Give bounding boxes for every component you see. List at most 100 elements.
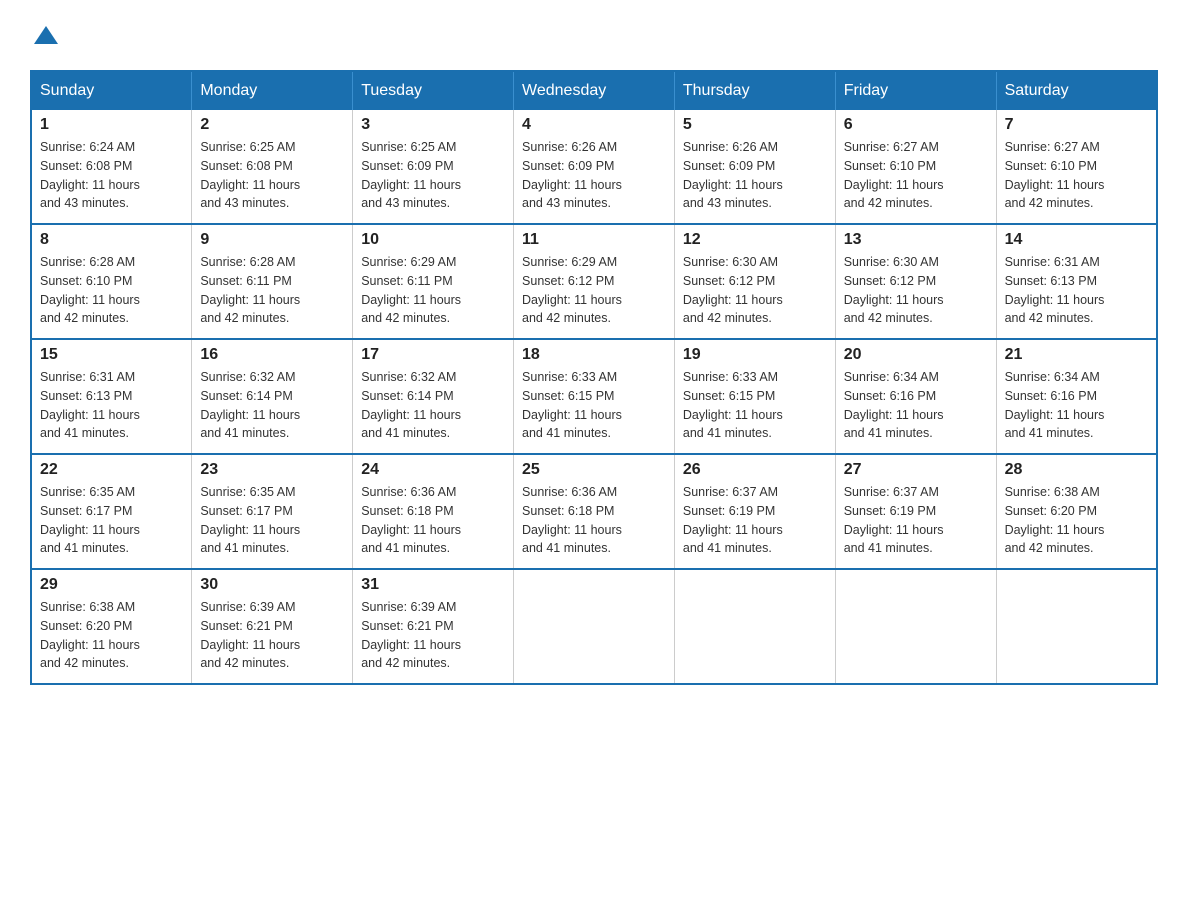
calendar-cell: 24 Sunrise: 6:36 AMSunset: 6:18 PMDayligh… <box>353 454 514 569</box>
col-header-wednesday: Wednesday <box>514 71 675 110</box>
day-number: 9 <box>200 231 344 249</box>
calendar-cell: 18 Sunrise: 6:33 AMSunset: 6:15 PMDayligh… <box>514 339 675 454</box>
day-info: Sunrise: 6:36 AMSunset: 6:18 PMDaylight:… <box>361 483 505 558</box>
calendar-cell: 6 Sunrise: 6:27 AMSunset: 6:10 PMDaylight… <box>835 110 996 224</box>
day-info: Sunrise: 6:39 AMSunset: 6:21 PMDaylight:… <box>200 598 344 673</box>
day-info: Sunrise: 6:32 AMSunset: 6:14 PMDaylight:… <box>361 368 505 443</box>
day-number: 7 <box>1005 116 1148 134</box>
day-info: Sunrise: 6:25 AMSunset: 6:08 PMDaylight:… <box>200 138 344 213</box>
day-info: Sunrise: 6:26 AMSunset: 6:09 PMDaylight:… <box>522 138 666 213</box>
calendar-week-row: 29 Sunrise: 6:38 AMSunset: 6:20 PMDayligh… <box>31 569 1157 684</box>
calendar-cell: 19 Sunrise: 6:33 AMSunset: 6:15 PMDayligh… <box>674 339 835 454</box>
day-number: 10 <box>361 231 505 249</box>
day-info: Sunrise: 6:31 AMSunset: 6:13 PMDaylight:… <box>1005 253 1148 328</box>
calendar-week-row: 1Sunrise: 6:24 AMSunset: 6:08 PMDaylight… <box>31 110 1157 224</box>
day-info: Sunrise: 6:28 AMSunset: 6:10 PMDaylight:… <box>40 253 183 328</box>
calendar-header-row: SundayMondayTuesdayWednesdayThursdayFrid… <box>31 71 1157 110</box>
calendar-week-row: 8 Sunrise: 6:28 AMSunset: 6:10 PMDaylight… <box>31 224 1157 339</box>
day-info: Sunrise: 6:28 AMSunset: 6:11 PMDaylight:… <box>200 253 344 328</box>
day-number: 8 <box>40 231 183 249</box>
calendar-cell: 4 Sunrise: 6:26 AMSunset: 6:09 PMDaylight… <box>514 110 675 224</box>
col-header-sunday: Sunday <box>31 71 192 110</box>
day-info: Sunrise: 6:34 AMSunset: 6:16 PMDaylight:… <box>844 368 988 443</box>
day-info: Sunrise: 6:37 AMSunset: 6:19 PMDaylight:… <box>683 483 827 558</box>
logo <box>30 20 60 50</box>
calendar-cell: 22Sunrise: 6:35 AMSunset: 6:17 PMDayligh… <box>31 454 192 569</box>
day-number: 4 <box>522 116 666 134</box>
day-number: 28 <box>1005 461 1148 479</box>
col-header-saturday: Saturday <box>996 71 1157 110</box>
day-number: 23 <box>200 461 344 479</box>
day-number: 14 <box>1005 231 1148 249</box>
calendar-cell: 17 Sunrise: 6:32 AMSunset: 6:14 PMDayligh… <box>353 339 514 454</box>
day-info: Sunrise: 6:31 AMSunset: 6:13 PMDaylight:… <box>40 368 183 443</box>
calendar-cell <box>514 569 675 684</box>
calendar-cell: 9 Sunrise: 6:28 AMSunset: 6:11 PMDaylight… <box>192 224 353 339</box>
calendar-cell: 10 Sunrise: 6:29 AMSunset: 6:11 PMDayligh… <box>353 224 514 339</box>
day-info: Sunrise: 6:33 AMSunset: 6:15 PMDaylight:… <box>522 368 666 443</box>
day-info: Sunrise: 6:37 AMSunset: 6:19 PMDaylight:… <box>844 483 988 558</box>
day-number: 2 <box>200 116 344 134</box>
day-info: Sunrise: 6:34 AMSunset: 6:16 PMDaylight:… <box>1005 368 1148 443</box>
day-number: 20 <box>844 346 988 364</box>
day-number: 29 <box>40 576 183 594</box>
day-info: Sunrise: 6:29 AMSunset: 6:11 PMDaylight:… <box>361 253 505 328</box>
day-info: Sunrise: 6:26 AMSunset: 6:09 PMDaylight:… <box>683 138 827 213</box>
calendar-cell: 29 Sunrise: 6:38 AMSunset: 6:20 PMDayligh… <box>31 569 192 684</box>
day-number: 18 <box>522 346 666 364</box>
day-info: Sunrise: 6:36 AMSunset: 6:18 PMDaylight:… <box>522 483 666 558</box>
calendar-cell: 16 Sunrise: 6:32 AMSunset: 6:14 PMDayligh… <box>192 339 353 454</box>
calendar-cell: 1Sunrise: 6:24 AMSunset: 6:08 PMDaylight… <box>31 110 192 224</box>
calendar-cell: 27 Sunrise: 6:37 AMSunset: 6:19 PMDayligh… <box>835 454 996 569</box>
day-number: 12 <box>683 231 827 249</box>
day-number: 5 <box>683 116 827 134</box>
day-number: 24 <box>361 461 505 479</box>
calendar-cell: 8 Sunrise: 6:28 AMSunset: 6:10 PMDaylight… <box>31 224 192 339</box>
calendar-cell: 11Sunrise: 6:29 AMSunset: 6:12 PMDayligh… <box>514 224 675 339</box>
col-header-monday: Monday <box>192 71 353 110</box>
calendar-week-row: 15 Sunrise: 6:31 AMSunset: 6:13 PMDayligh… <box>31 339 1157 454</box>
calendar-cell: 23Sunrise: 6:35 AMSunset: 6:17 PMDayligh… <box>192 454 353 569</box>
day-info: Sunrise: 6:38 AMSunset: 6:20 PMDaylight:… <box>1005 483 1148 558</box>
calendar-cell: 7 Sunrise: 6:27 AMSunset: 6:10 PMDaylight… <box>996 110 1157 224</box>
day-number: 31 <box>361 576 505 594</box>
day-info: Sunrise: 6:38 AMSunset: 6:20 PMDaylight:… <box>40 598 183 673</box>
day-number: 19 <box>683 346 827 364</box>
calendar-cell: 15 Sunrise: 6:31 AMSunset: 6:13 PMDayligh… <box>31 339 192 454</box>
day-info: Sunrise: 6:32 AMSunset: 6:14 PMDaylight:… <box>200 368 344 443</box>
calendar-cell: 26Sunrise: 6:37 AMSunset: 6:19 PMDayligh… <box>674 454 835 569</box>
col-header-tuesday: Tuesday <box>353 71 514 110</box>
calendar-cell: 28 Sunrise: 6:38 AMSunset: 6:20 PMDayligh… <box>996 454 1157 569</box>
calendar-cell: 31 Sunrise: 6:39 AMSunset: 6:21 PMDayligh… <box>353 569 514 684</box>
calendar-cell: 14 Sunrise: 6:31 AMSunset: 6:13 PMDayligh… <box>996 224 1157 339</box>
col-header-thursday: Thursday <box>674 71 835 110</box>
calendar-cell: 2 Sunrise: 6:25 AMSunset: 6:08 PMDaylight… <box>192 110 353 224</box>
calendar-cell: 13Sunrise: 6:30 AMSunset: 6:12 PMDayligh… <box>835 224 996 339</box>
day-number: 15 <box>40 346 183 364</box>
calendar-cell: 3Sunrise: 6:25 AMSunset: 6:09 PMDaylight… <box>353 110 514 224</box>
calendar-week-row: 22Sunrise: 6:35 AMSunset: 6:17 PMDayligh… <box>31 454 1157 569</box>
page-header <box>30 20 1158 50</box>
day-number: 16 <box>200 346 344 364</box>
day-info: Sunrise: 6:30 AMSunset: 6:12 PMDaylight:… <box>683 253 827 328</box>
calendar-cell: 21 Sunrise: 6:34 AMSunset: 6:16 PMDayligh… <box>996 339 1157 454</box>
day-info: Sunrise: 6:27 AMSunset: 6:10 PMDaylight:… <box>844 138 988 213</box>
day-number: 17 <box>361 346 505 364</box>
day-info: Sunrise: 6:27 AMSunset: 6:10 PMDaylight:… <box>1005 138 1148 213</box>
day-number: 22 <box>40 461 183 479</box>
day-info: Sunrise: 6:33 AMSunset: 6:15 PMDaylight:… <box>683 368 827 443</box>
day-number: 30 <box>200 576 344 594</box>
calendar-cell: 5 Sunrise: 6:26 AMSunset: 6:09 PMDaylight… <box>674 110 835 224</box>
day-info: Sunrise: 6:39 AMSunset: 6:21 PMDaylight:… <box>361 598 505 673</box>
calendar-cell: 25 Sunrise: 6:36 AMSunset: 6:18 PMDayligh… <box>514 454 675 569</box>
calendar-cell: 12 Sunrise: 6:30 AMSunset: 6:12 PMDayligh… <box>674 224 835 339</box>
logo-triangle-icon <box>32 22 60 50</box>
day-info: Sunrise: 6:29 AMSunset: 6:12 PMDaylight:… <box>522 253 666 328</box>
calendar-cell <box>996 569 1157 684</box>
calendar-cell: 30 Sunrise: 6:39 AMSunset: 6:21 PMDayligh… <box>192 569 353 684</box>
day-number: 21 <box>1005 346 1148 364</box>
day-number: 6 <box>844 116 988 134</box>
calendar-table: SundayMondayTuesdayWednesdayThursdayFrid… <box>30 70 1158 685</box>
day-number: 25 <box>522 461 666 479</box>
day-number: 27 <box>844 461 988 479</box>
